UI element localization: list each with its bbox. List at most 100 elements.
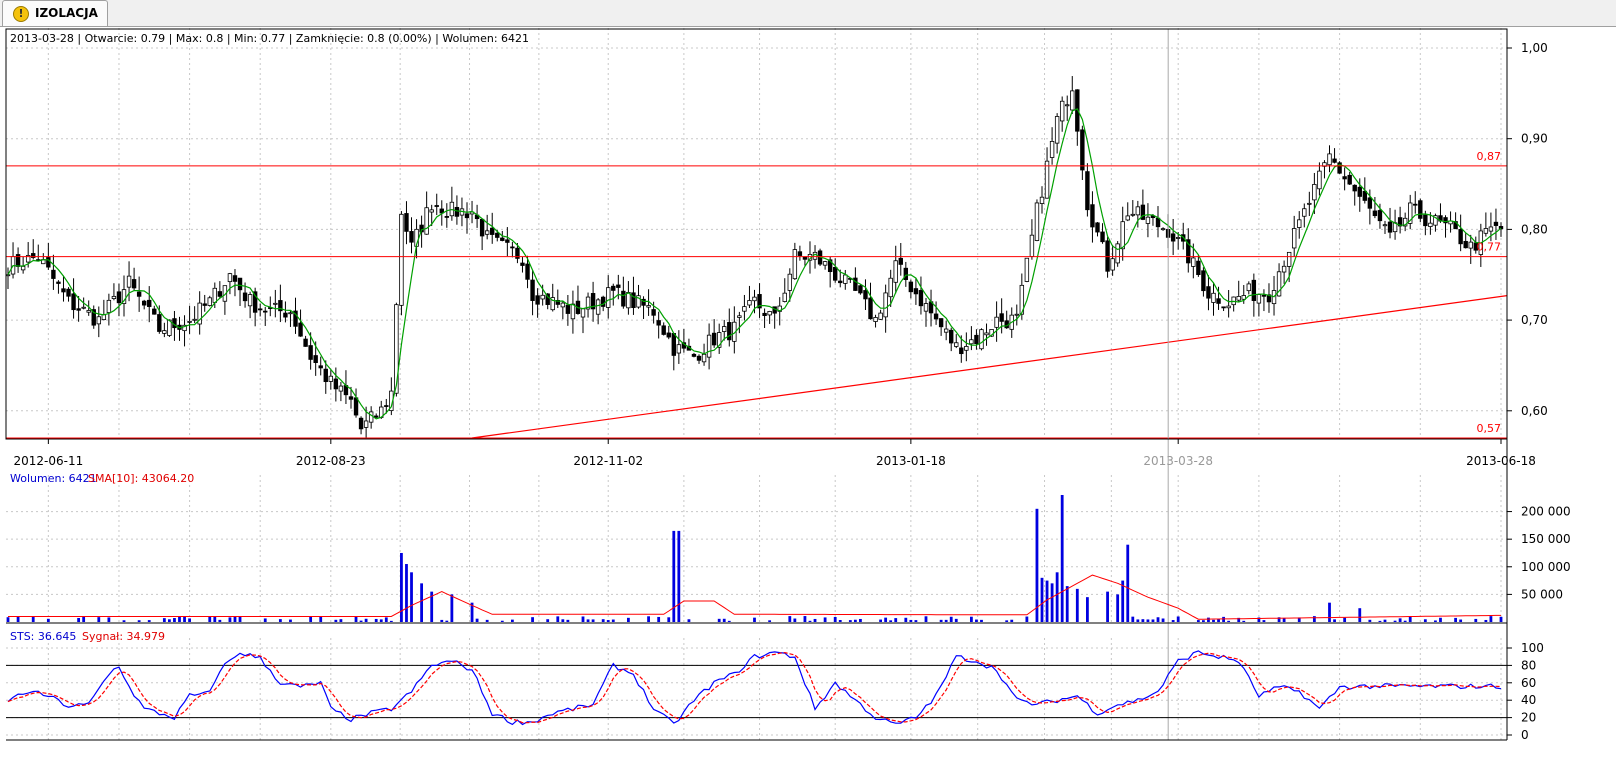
candle-body [86,310,91,313]
candle-body [535,295,540,305]
candle-body [606,287,611,308]
volume-bar [374,618,378,622]
volume-bar [1035,508,1039,622]
volume-bar [677,530,681,622]
volume-bar [853,619,857,622]
candle-body [913,288,919,295]
candle-body [1428,222,1433,227]
volume-bar [1383,619,1387,622]
tab-bar: ! IZOLACJA [0,0,1616,27]
signal-line [7,651,1502,724]
volume-bar [1474,618,1478,622]
sts-y-label: 60 [1521,676,1536,690]
volume-bar [107,617,111,622]
volume-bar [788,616,792,622]
price-y-label: 0,70 [1521,313,1548,327]
candle-body [363,420,369,428]
volume-y-label: 50 000 [1521,587,1563,601]
candle-body [1145,216,1151,224]
candle-body [1377,210,1383,222]
candle-body [893,260,898,283]
candle-body [1014,313,1019,316]
candle-body [1332,158,1337,163]
volume-bar [1161,618,1165,622]
volume-bar [667,617,671,622]
volume-bar [389,620,393,622]
volume-bar [884,617,888,622]
candle-body [136,291,142,297]
volume-bar [1227,620,1231,622]
candle-body [878,312,883,320]
volume-label: Wolumen: 6421 [10,472,97,485]
volume-sma-line [8,574,1501,620]
volume-bar [768,620,772,622]
sts-line [7,650,1502,726]
volume-bar [727,620,731,622]
volume-bar [581,616,585,622]
volume-bar [1171,620,1175,622]
candle-body [1125,215,1130,221]
volume-y-label: 100 000 [1521,560,1571,574]
volume-bar [263,618,267,622]
x-tick-label: 2013-01-18 [876,454,946,468]
candle-body [1281,265,1287,273]
candle-body [626,292,631,309]
candle-body [1201,270,1206,292]
candle-body [1352,184,1357,192]
volume-bar [1121,580,1125,622]
volume-bar [1106,591,1109,622]
volume-bar [6,617,10,622]
candle-body [1327,153,1332,166]
candle-body [318,365,323,369]
candle-body [212,287,218,303]
candle-body [409,231,414,243]
volume-bar [1454,617,1458,622]
candle-body [1044,160,1050,199]
candle-body [56,281,61,284]
candle-body [903,267,909,281]
candle-body [792,249,798,280]
warning-icon: ! [13,6,29,22]
candle-body [217,291,223,297]
candle-body [46,257,51,268]
volume-bar [319,616,323,622]
candle-body [1130,213,1135,216]
volume-bar [218,619,222,622]
volume-bar [833,617,837,622]
tab-izolacja[interactable]: ! IZOLACJA [2,0,108,26]
volume-bar [914,620,918,622]
candle-body [1155,217,1161,228]
candle-body [1468,241,1473,249]
volume-bar [848,620,852,622]
candle-body [283,312,288,318]
candle-body [858,285,863,294]
volume-bar [77,617,81,622]
volume-bar [228,617,232,622]
volume-bar [1484,619,1488,622]
volume-bar [753,617,756,622]
candle-body [257,308,263,311]
x-tick-label: 2012-06-11 [13,454,83,468]
signal-label: Sygnał: 34.979 [82,630,165,643]
volume-bar [278,619,282,622]
candle-body [984,332,989,336]
volume-bar [1146,619,1150,622]
volume-bar [1136,619,1140,622]
candle-body [797,251,803,256]
candle-body [510,246,515,249]
candle-body [141,300,147,306]
volume-bar [1403,620,1407,622]
volume-bar [384,617,388,622]
candle-body [1090,204,1095,228]
candle-body [1216,298,1221,304]
candle-body [1085,171,1090,211]
volume-bar [173,618,176,622]
sts-y-label: 100 [1521,641,1544,655]
candle-body [454,206,460,217]
volume-bar [1262,620,1266,622]
candle-body [1170,233,1176,242]
volume-bar [445,620,449,622]
candle-body [1413,203,1418,206]
volume-bar [82,616,86,622]
candle-body [308,345,313,360]
